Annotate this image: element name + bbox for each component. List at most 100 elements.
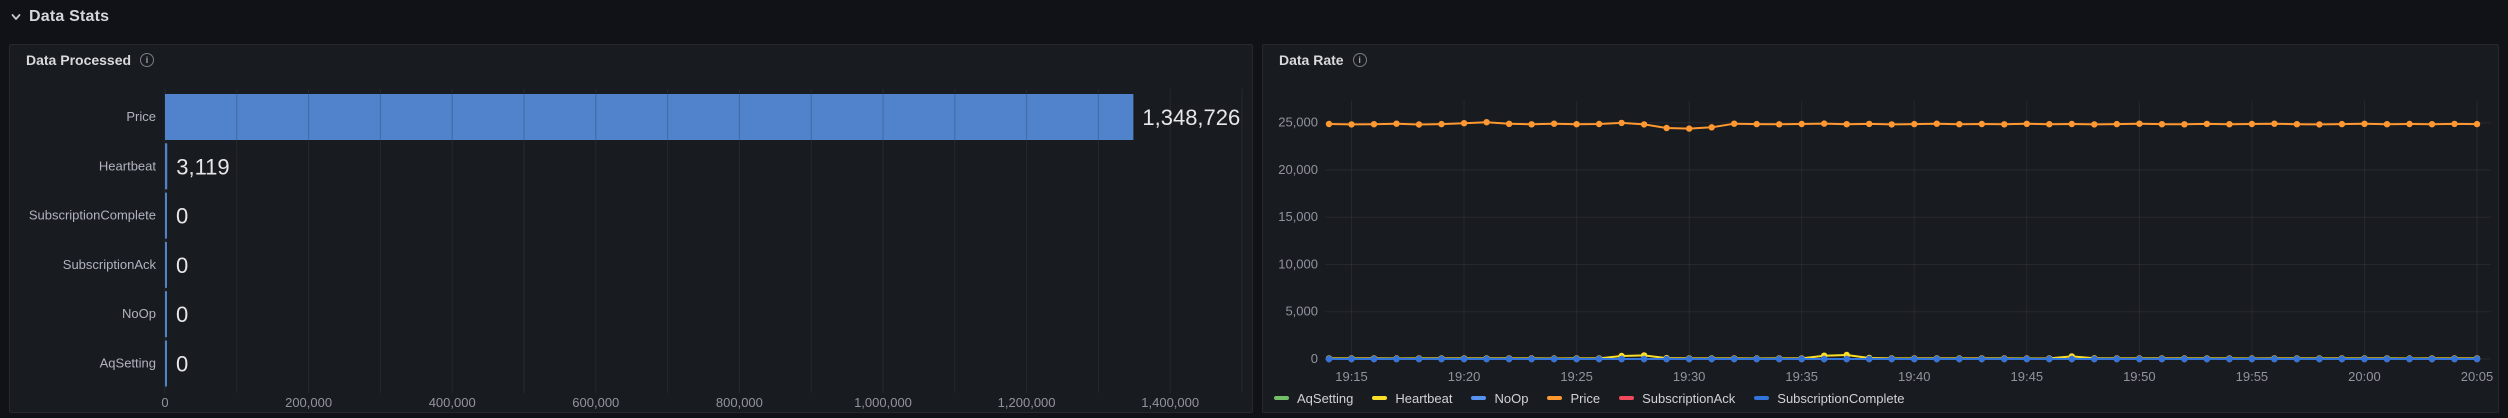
bar-noop[interactable] bbox=[165, 291, 167, 338]
series-point-subscriptioncomplete[interactable] bbox=[1888, 355, 1895, 363]
series-point-subscriptioncomplete[interactable] bbox=[1460, 355, 1468, 363]
series-point-price[interactable] bbox=[2338, 120, 2346, 128]
series-point-subscriptioncomplete[interactable] bbox=[2226, 355, 2233, 363]
series-point-subscriptioncomplete[interactable] bbox=[2091, 355, 2098, 363]
series-point-price[interactable] bbox=[1776, 121, 1783, 128]
series-point-subscriptioncomplete[interactable] bbox=[2136, 355, 2143, 363]
series-point-price[interactable] bbox=[1618, 119, 1625, 127]
series-point-subscriptioncomplete[interactable] bbox=[2203, 355, 2211, 363]
series-point-price[interactable] bbox=[1325, 120, 1333, 128]
series-point-subscriptioncomplete[interactable] bbox=[2451, 355, 2458, 363]
series-point-price[interactable] bbox=[2046, 121, 2053, 128]
dashboard-row-data-stats[interactable]: Data Stats bbox=[10, 6, 109, 28]
panel-header[interactable]: Data Rate i bbox=[1263, 45, 2498, 75]
series-point-subscriptioncomplete[interactable] bbox=[2473, 355, 2481, 363]
series-point-subscriptioncomplete[interactable] bbox=[1573, 355, 1580, 363]
series-point-price[interactable] bbox=[1415, 121, 1423, 128]
series-point-subscriptioncomplete[interactable] bbox=[1776, 355, 1783, 363]
series-point-subscriptioncomplete[interactable] bbox=[2001, 355, 2008, 363]
series-point-price[interactable] bbox=[1821, 120, 1828, 127]
series-point-subscriptioncomplete[interactable] bbox=[1550, 355, 1558, 363]
series-point-price[interactable] bbox=[1505, 120, 1513, 127]
series-point-subscriptioncomplete[interactable] bbox=[1528, 355, 1535, 363]
series-point-price[interactable] bbox=[1663, 124, 1670, 132]
series-point-subscriptioncomplete[interactable] bbox=[2248, 355, 2256, 363]
series-point-price[interactable] bbox=[1686, 125, 1693, 132]
series-point-price[interactable] bbox=[2113, 120, 2120, 128]
series-point-price[interactable] bbox=[1978, 120, 1985, 128]
series-point-price[interactable] bbox=[2248, 120, 2256, 128]
series-point-subscriptioncomplete[interactable] bbox=[2338, 355, 2346, 363]
info-icon[interactable]: i bbox=[140, 53, 155, 67]
series-point-price[interactable] bbox=[1370, 121, 1378, 128]
series-point-subscriptioncomplete[interactable] bbox=[1933, 355, 1940, 363]
series-point-subscriptioncomplete[interactable] bbox=[1483, 355, 1490, 363]
series-point-subscriptioncomplete[interactable] bbox=[2361, 355, 2368, 363]
series-point-price[interactable] bbox=[1843, 121, 1850, 128]
series-point-subscriptioncomplete[interactable] bbox=[1686, 355, 1693, 363]
series-point-subscriptioncomplete[interactable] bbox=[2023, 355, 2030, 363]
series-point-subscriptioncomplete[interactable] bbox=[1370, 355, 1378, 363]
series-point-subscriptioncomplete[interactable] bbox=[1505, 355, 1513, 363]
series-point-price[interactable] bbox=[1348, 121, 1355, 128]
series-point-subscriptioncomplete[interactable] bbox=[2316, 355, 2323, 363]
series-point-subscriptioncomplete[interactable] bbox=[2046, 355, 2053, 363]
series-point-price[interactable] bbox=[2271, 120, 2278, 127]
series-point-subscriptioncomplete[interactable] bbox=[1821, 355, 1828, 363]
series-point-subscriptioncomplete[interactable] bbox=[2293, 355, 2301, 363]
series-point-price[interactable] bbox=[1640, 121, 1648, 128]
series-point-price[interactable] bbox=[2001, 121, 2008, 128]
series-point-price[interactable] bbox=[2473, 120, 2481, 128]
series-point-subscriptioncomplete[interactable] bbox=[2181, 355, 2188, 363]
info-icon[interactable]: i bbox=[1352, 53, 1367, 67]
series-point-price[interactable] bbox=[2136, 120, 2143, 127]
series-point-price[interactable] bbox=[1753, 120, 1760, 128]
series-point-subscriptioncomplete[interactable] bbox=[2068, 355, 2075, 363]
series-point-price[interactable] bbox=[1888, 121, 1895, 128]
series-point-subscriptioncomplete[interactable] bbox=[1978, 355, 1985, 363]
series-point-price[interactable] bbox=[2361, 120, 2368, 127]
legend-item-subscriptioncomplete[interactable]: SubscriptionComplete bbox=[1754, 391, 1904, 406]
series-point-subscriptioncomplete[interactable] bbox=[1325, 355, 1333, 363]
bar-price[interactable] bbox=[165, 94, 1134, 140]
series-point-subscriptioncomplete[interactable] bbox=[1866, 355, 1873, 363]
series-point-subscriptioncomplete[interactable] bbox=[1731, 355, 1738, 363]
series-point-subscriptioncomplete[interactable] bbox=[1393, 355, 1400, 363]
series-point-subscriptioncomplete[interactable] bbox=[1595, 355, 1603, 363]
series-point-subscriptioncomplete[interactable] bbox=[2158, 355, 2166, 363]
series-point-subscriptioncomplete[interactable] bbox=[1348, 355, 1355, 363]
series-point-subscriptioncomplete[interactable] bbox=[1911, 355, 1918, 363]
legend-item-subscriptionack[interactable]: SubscriptionAck bbox=[1619, 391, 1735, 406]
series-point-price[interactable] bbox=[2293, 121, 2301, 128]
series-point-price[interactable] bbox=[1911, 120, 1918, 128]
series-point-price[interactable] bbox=[1798, 120, 1805, 128]
series-point-subscriptioncomplete[interactable] bbox=[2113, 355, 2120, 363]
bar-subscriptioncomplete[interactable] bbox=[165, 192, 167, 239]
series-point-price[interactable] bbox=[1483, 119, 1490, 126]
bar-aqsetting[interactable] bbox=[165, 340, 167, 387]
legend-item-heartbeat[interactable]: Heartbeat bbox=[1372, 391, 1452, 406]
series-point-subscriptioncomplete[interactable] bbox=[1753, 355, 1760, 363]
series-point-subscriptioncomplete[interactable] bbox=[1708, 355, 1715, 363]
series-point-price[interactable] bbox=[1866, 120, 1873, 128]
series-point-price[interactable] bbox=[1731, 120, 1738, 127]
series-point-subscriptioncomplete[interactable] bbox=[1663, 355, 1670, 363]
series-point-subscriptioncomplete[interactable] bbox=[1956, 355, 1963, 363]
bar-subscriptionack[interactable] bbox=[165, 241, 167, 288]
series-point-subscriptioncomplete[interactable] bbox=[1798, 355, 1805, 363]
series-point-price[interactable] bbox=[1438, 120, 1445, 128]
series-point-price[interactable] bbox=[2203, 120, 2211, 128]
series-point-price[interactable] bbox=[1956, 121, 1963, 128]
series-point-price[interactable] bbox=[2428, 121, 2436, 128]
series-point-subscriptioncomplete[interactable] bbox=[1640, 355, 1648, 363]
series-point-subscriptioncomplete[interactable] bbox=[2428, 355, 2436, 363]
legend-item-aqsetting[interactable]: AqSetting bbox=[1274, 391, 1353, 406]
bar-heartbeat[interactable] bbox=[165, 143, 168, 190]
legend-item-price[interactable]: Price bbox=[1547, 391, 1600, 406]
series-point-subscriptioncomplete[interactable] bbox=[1618, 355, 1625, 363]
series-point-price[interactable] bbox=[1708, 124, 1715, 131]
series-point-subscriptioncomplete[interactable] bbox=[1438, 355, 1445, 363]
series-point-price[interactable] bbox=[2158, 121, 2166, 128]
series-point-price[interactable] bbox=[2383, 121, 2391, 128]
series-point-price[interactable] bbox=[1550, 120, 1558, 127]
